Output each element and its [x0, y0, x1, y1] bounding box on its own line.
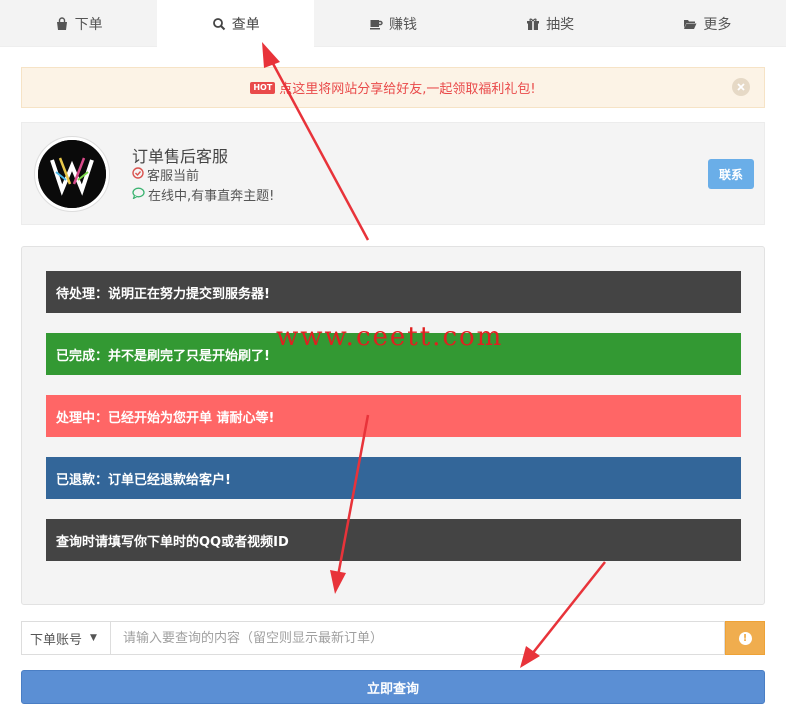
watermark: www.ceett.com [276, 322, 504, 352]
top-nav: 下单 查单 赚钱 抽奖 更多 [0, 0, 786, 47]
status-pending: 待处理：说明正在努力提交到服务器! [46, 271, 741, 313]
query-tip: 查询时请填写你下单时的QQ或者视频ID [46, 519, 741, 561]
tab-query-order-label: 查单 [231, 16, 260, 33]
service-online: 在线中,有事直奔主题! [132, 185, 274, 204]
folder-open-icon [683, 17, 697, 31]
tab-earn[interactable]: 赚钱 [314, 0, 471, 47]
service-online-text: 在线中,有事直奔主题! [148, 189, 275, 204]
contact-button[interactable]: 联系 [708, 159, 754, 189]
tab-more-label: 更多 [703, 16, 732, 33]
exclamation-circle-icon: ! [738, 631, 752, 645]
submit-query-button[interactable]: 立即查询 [21, 670, 765, 704]
chat-bubble-icon [132, 187, 145, 203]
query-type-value: 下单账号 [30, 632, 83, 648]
query-type-select[interactable]: 下单账号 ▼ [21, 621, 111, 655]
avatar [34, 136, 110, 212]
tab-order[interactable]: 下单 [0, 0, 157, 47]
avatar-logo [38, 140, 106, 208]
service-card: 订单售后客服 客服当前 在线中,有事直奔主题! 联系 [21, 122, 765, 225]
tab-order-label: 下单 [74, 16, 103, 33]
hot-badge: HOT [250, 81, 276, 94]
tab-lottery[interactable]: 抽奖 [472, 0, 629, 47]
service-name: 订单售后客服 [132, 147, 229, 166]
status-processing: 处理中：已经开始为您开单 请耐心等! [46, 395, 741, 437]
share-notice-text[interactable]: 点这里将网站分享给好友,一起领取福利礼包! [279, 78, 535, 97]
status-panel: 待处理：说明正在努力提交到服务器! 已完成：并不是刷完了只是开始刷了! 处理中：… [21, 246, 765, 605]
tab-more[interactable]: 更多 [629, 0, 786, 47]
query-info-button[interactable]: ! [725, 621, 765, 655]
coffee-cup-icon [369, 17, 383, 31]
query-input[interactable] [111, 621, 725, 655]
status-refunded: 已退款：订单已经退款给客户! [46, 457, 741, 499]
query-bar: 下单账号 ▼ ! [21, 621, 765, 655]
share-notice[interactable]: HOT 点这里将网站分享给好友,一起领取福利礼包! [21, 67, 765, 108]
check-circle-icon [132, 166, 144, 183]
search-icon [212, 17, 226, 31]
gift-icon [526, 17, 540, 31]
service-status: 客服当前 [132, 165, 199, 184]
shopping-bag-icon [55, 16, 69, 31]
service-status-text: 客服当前 [147, 169, 200, 184]
tab-query-order[interactable]: 查单 [157, 0, 315, 47]
tab-lottery-label: 抽奖 [546, 16, 575, 33]
tab-earn-label: 赚钱 [388, 16, 417, 33]
caret-down-icon: ▼ [90, 633, 97, 643]
close-icon[interactable] [732, 78, 750, 96]
